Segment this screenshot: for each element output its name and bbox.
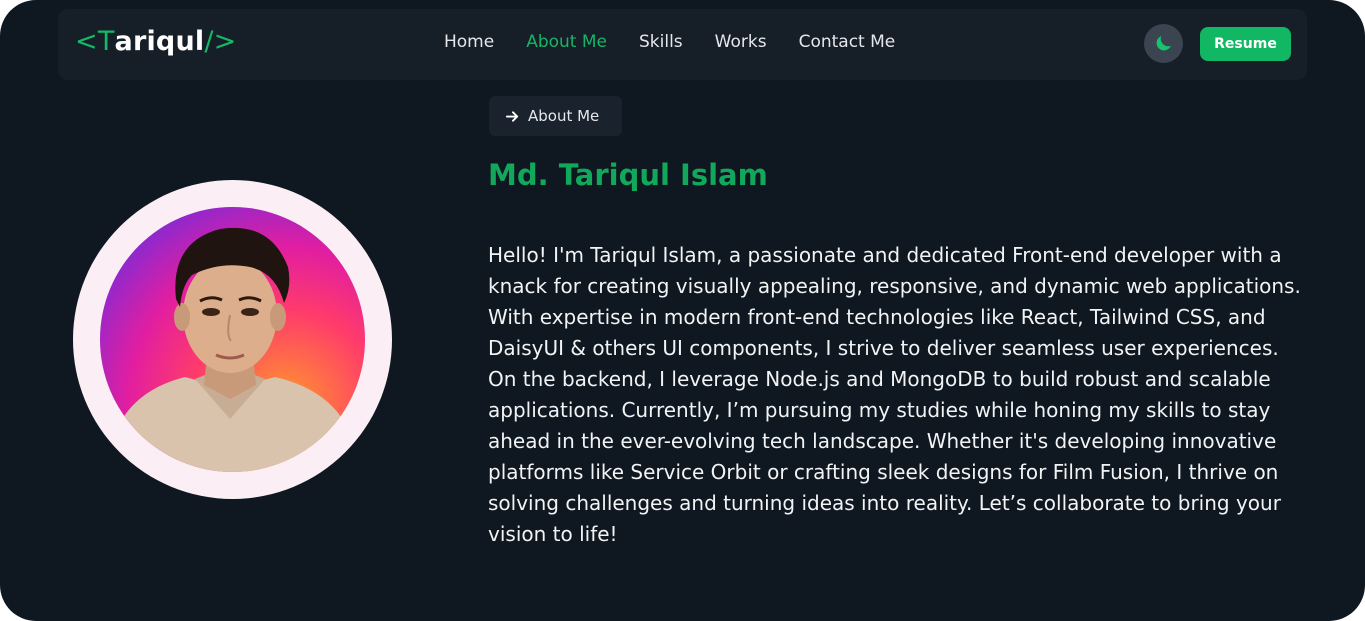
profile-name: Md. Tariqul Islam [488, 158, 768, 192]
page-frame: <Tariqul/> Home About Me Skills Works Co… [0, 0, 1365, 621]
nav-menu: Home About Me Skills Works Contact Me [444, 32, 895, 52]
section-tag-label: About Me [528, 107, 600, 125]
profile-photo-illustration [100, 227, 365, 472]
theme-toggle-button[interactable] [1144, 24, 1183, 63]
nav-link-skills[interactable]: Skills [639, 32, 683, 52]
moon-icon [1156, 36, 1171, 51]
profile-photo [100, 207, 365, 472]
bio-paragraph: Hello! I'm Tariqul Islam, a passionate a… [488, 243, 1301, 546]
nav-link-works[interactable]: Works [715, 32, 767, 52]
nav-link-home[interactable]: Home [444, 32, 494, 52]
logo-close-bracket: /> [204, 26, 237, 57]
section-tag-about-me[interactable]: About Me [489, 96, 622, 136]
logo-initial: T [97, 26, 115, 57]
nav-link-about-me[interactable]: About Me [526, 32, 607, 52]
logo-open-bracket: < [75, 26, 98, 57]
resume-button[interactable]: Resume [1200, 27, 1291, 61]
nav-link-contact-me[interactable]: Contact Me [799, 32, 896, 52]
logo-text: ariqul [114, 26, 205, 57]
navbar: <Tariqul/> Home About Me Skills Works Co… [58, 9, 1307, 80]
site-logo[interactable]: <Tariqul/> [75, 26, 236, 57]
arrow-right-icon [505, 110, 519, 122]
